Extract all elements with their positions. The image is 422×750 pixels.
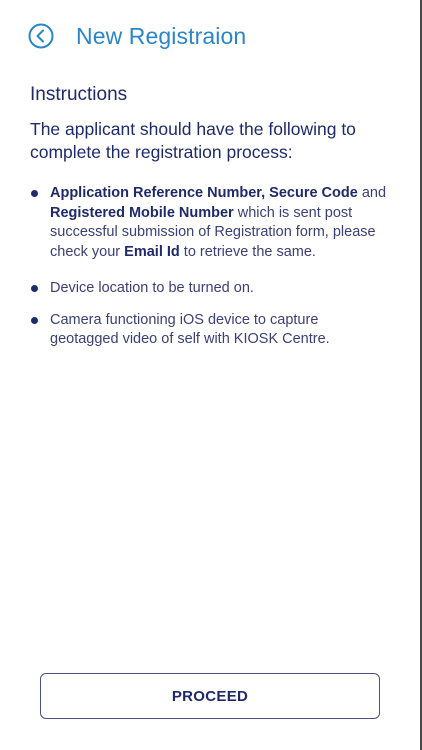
bullet-icon <box>31 285 38 292</box>
instructions-intro: The applicant should have the following … <box>30 119 356 162</box>
app-header: New Registraion <box>28 20 246 52</box>
requirement-item: Camera functioning iOS device to capture… <box>30 311 390 350</box>
requirement-item: Device location to be turned on. <box>30 279 390 299</box>
mobile-number-text: Registered Mobile Number <box>50 204 234 221</box>
bullet-icon <box>31 190 38 197</box>
camera-requirement-text: Camera functioning iOS device to capture… <box>50 311 330 348</box>
bullet-icon <box>31 316 38 324</box>
requirement-item: Application Reference Number, Secure Cod… <box>30 184 390 262</box>
back-button[interactable] <box>28 23 54 49</box>
retrieve-text: to retrieve the same. <box>179 243 316 260</box>
proceed-button[interactable]: PROCEED <box>40 673 380 719</box>
chevron-left-circle-icon <box>28 23 54 49</box>
location-requirement-text: Device location to be turned on. <box>50 280 254 296</box>
requirements-list: Application Reference Number, Secure Cod… <box>30 184 390 350</box>
instructions-heading: Instructions <box>30 84 128 105</box>
reference-number-text: Application Reference Number, Secure Cod… <box>50 185 358 201</box>
email-id-text: Email Id <box>124 243 180 260</box>
connector-text: and <box>357 185 387 201</box>
page-title: New Registraion <box>76 22 247 49</box>
